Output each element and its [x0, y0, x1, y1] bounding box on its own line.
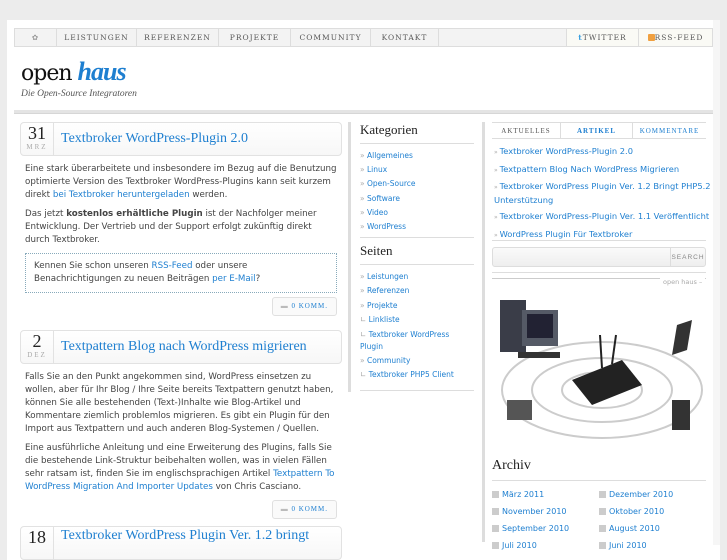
date-day: 31	[28, 123, 46, 143]
rss-icon	[647, 34, 655, 41]
category-link[interactable]: Video	[360, 206, 474, 220]
logo-open: open	[21, 61, 73, 86]
page-link[interactable]: Leistungen	[360, 270, 474, 284]
page-link[interactable]: Textbroker PHP5 Client	[360, 368, 474, 382]
tabs: AKTUELLES ARTIKEL KOMMENTARE	[492, 122, 706, 139]
nav-community[interactable]: COMMUNITY	[291, 29, 371, 46]
tagline: Die Open-Source Integratoren	[21, 89, 137, 99]
network-devices-image	[500, 300, 703, 439]
top-nav: ✿ LEISTUNGEN REFERENZEN PROJEKTE COMMUNI…	[14, 28, 713, 47]
archive-link[interactable]: März 2011	[492, 486, 599, 503]
categories-widget: Kategorien Allgemeines Linux Open-Source…	[360, 122, 474, 392]
widget-title: Seiten	[360, 243, 474, 266]
date-day: 18	[28, 527, 46, 547]
page-edge	[713, 20, 720, 545]
page-link[interactable]: Linkliste	[360, 313, 474, 327]
recent-post-link[interactable]: Textbroker WordPress Plugin Ver. 1.2 Bri…	[494, 180, 714, 206]
divider	[348, 122, 351, 392]
text: werden.	[189, 190, 228, 200]
comment-icon: ▬	[280, 302, 292, 310]
archive-link[interactable]: Juli 2010	[492, 537, 599, 554]
archive-link[interactable]: Oktober 2010	[599, 503, 706, 520]
site-logo[interactable]: open haus	[21, 57, 127, 87]
date-month: DEZ	[27, 351, 47, 359]
post-header: 18 Textbroker WordPress Plugin Ver. 1.2 …	[20, 526, 342, 560]
text: Kennen Sie schon unseren	[34, 261, 152, 271]
nav-projekte[interactable]: PROJEKTE	[219, 29, 291, 46]
recent-post-link[interactable]: Textbroker WordPress-Plugin 2.0	[494, 145, 714, 159]
email-link[interactable]: per E-Mail	[212, 274, 255, 284]
page-link[interactable]: Textbroker WordPress Plugin	[360, 329, 474, 352]
widget-title: Archiv	[492, 458, 706, 481]
page-link[interactable]: Projekte	[360, 299, 474, 313]
post-title[interactable]: Textpattern Blog nach WordPress migriere…	[54, 331, 307, 363]
comments-button[interactable]: ▬ 0 KOMM.	[271, 500, 337, 519]
divider	[492, 240, 706, 241]
post: 2 DEZ Textpattern Blog nach WordPress mig…	[20, 330, 342, 519]
nav-referenzen[interactable]: REFERENZEN	[137, 29, 219, 46]
archive-widget: Archiv März 2011 Dezember 2010 November …	[492, 458, 706, 554]
banner-label: open haus –	[660, 278, 706, 286]
comments-button[interactable]: ▬ 0 KOMM.	[271, 297, 337, 316]
post-date: 2 DEZ	[21, 331, 54, 363]
archive-link[interactable]: Dezember 2010	[599, 486, 706, 503]
twitter-link[interactable]: t TWITTER	[566, 29, 638, 46]
recent-post-link[interactable]: Textbroker WordPress-Plugin Ver. 1.1 Ver…	[494, 210, 714, 224]
search-input[interactable]	[493, 248, 670, 266]
recent-posts: Textbroker WordPress-Plugin 2.0 Textpatt…	[494, 145, 714, 245]
post-body: Falls Sie an den Punkt angekommen sind, …	[20, 364, 342, 519]
category-link[interactable]: Allgemeines	[360, 149, 474, 163]
post-title[interactable]: Textbroker WordPress-Plugin 2.0	[54, 123, 248, 155]
date-day: 2	[32, 331, 42, 351]
post: 31 MRZ Textbroker WordPress-Plugin 2.0 Ei…	[20, 122, 342, 316]
home-button[interactable]: ✿	[15, 29, 57, 46]
recent-post-link[interactable]: Textpattern Blog Nach WordPress Migriere…	[494, 163, 714, 177]
divider	[482, 122, 485, 542]
post-body: Eine stark überarbeitete und insbesonder…	[20, 156, 342, 316]
tab-aktuelles[interactable]: AKTUELLES	[492, 123, 560, 138]
date-month: MRZ	[26, 143, 48, 151]
search-form: SEARCH	[492, 247, 706, 267]
widget-title: Kategorien	[360, 122, 474, 144]
text: ?	[255, 274, 261, 284]
header-separator	[14, 110, 713, 114]
rss-label: RSS-FEED	[654, 33, 704, 42]
post-date: 31 MRZ	[21, 123, 54, 155]
archive-link[interactable]: September 2010	[492, 520, 599, 537]
subscribe-note: Kennen Sie schon unseren RSS-Feed oder u…	[25, 253, 337, 293]
post: 18 Textbroker WordPress Plugin Ver. 1.2 …	[20, 526, 342, 560]
archive-link[interactable]: August 2010	[599, 520, 706, 537]
search-button[interactable]: SEARCH	[670, 248, 705, 266]
category-link[interactable]: Linux	[360, 163, 474, 177]
page-link[interactable]: Community	[360, 354, 474, 368]
nav-leistungen[interactable]: LEISTUNGEN	[57, 29, 137, 46]
comment-icon: ▬	[280, 505, 292, 513]
paragraph: Falls Sie an den Punkt angekommen sind, …	[25, 372, 334, 434]
post-header: 31 MRZ Textbroker WordPress-Plugin 2.0	[20, 122, 342, 156]
page-link[interactable]: Referenzen	[360, 284, 474, 298]
twitter-label: TWITTER	[582, 33, 627, 42]
download-link[interactable]: bei Textbroker heruntergeladen	[53, 190, 190, 200]
category-link[interactable]: Software	[360, 192, 474, 206]
logo-haus: haus	[77, 57, 127, 86]
category-link[interactable]: WordPress	[360, 220, 474, 234]
post-header: 2 DEZ Textpattern Blog nach WordPress mig…	[20, 330, 342, 364]
tab-artikel[interactable]: ARTIKEL	[560, 123, 632, 138]
rss-link[interactable]: RSS-FEED	[638, 29, 712, 46]
text: Das jetzt	[25, 209, 67, 219]
bold-text: kostenlos erhältliche Plugin	[66, 209, 203, 219]
archive-link[interactable]: November 2010	[492, 503, 599, 520]
text: von Chris Casciano.	[212, 482, 302, 492]
post-title[interactable]: Textbroker WordPress Plugin Ver. 1.2 bri…	[54, 527, 309, 559]
rss-feed-link[interactable]: RSS-Feed	[152, 261, 193, 271]
divider	[492, 272, 706, 273]
post-date: 18	[21, 527, 54, 559]
nav-kontakt[interactable]: KONTAKT	[371, 29, 439, 46]
comments-label: 0 KOMM.	[291, 505, 328, 513]
category-link[interactable]: Open-Source	[360, 177, 474, 191]
home-icon: ✿	[31, 33, 40, 42]
archive-link[interactable]: Juni 2010	[599, 537, 706, 554]
tab-kommentare[interactable]: KOMMENTARE	[632, 123, 706, 138]
comments-label: 0 KOMM.	[291, 302, 328, 310]
